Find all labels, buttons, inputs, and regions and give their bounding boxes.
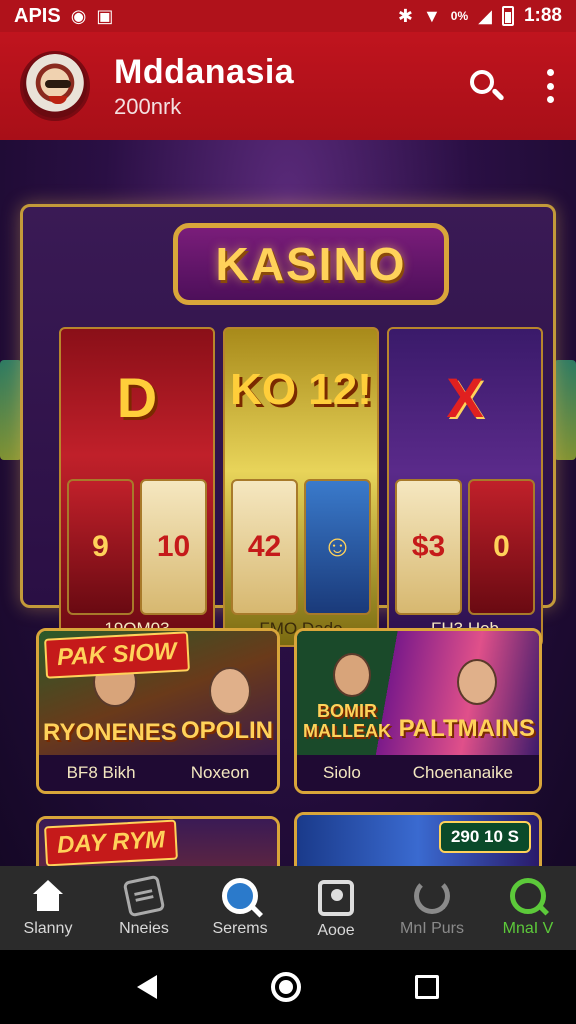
nav-label: Serems	[212, 920, 268, 937]
reel-symbol: KO 12!	[230, 365, 372, 414]
app-header: Mddanasia 200nrk	[0, 32, 576, 140]
game-card[interactable]: BOMIR MALLEAK PALTMAINS Siolo Choenanaik…	[294, 628, 542, 794]
bottom-nav: Slanny Nneies Serems Aooe MnI Purs MnaI …	[0, 866, 576, 950]
nav-item-search[interactable]: Serems	[192, 866, 288, 950]
app-title: Mddanasia	[114, 52, 295, 91]
card-caption-left: Siolo	[322, 763, 361, 782]
card-title: RYONENES	[43, 719, 177, 746]
card-caption-right: Noxeon	[190, 763, 250, 782]
more-vert-icon	[546, 69, 554, 76]
status-bar: APIS ◉ ▣ ✱ ▼ 0% ◢ 1:88	[0, 0, 576, 32]
search-icon	[510, 878, 546, 914]
side-decoration-left	[0, 360, 22, 460]
card-tag: DAY RYM	[44, 819, 178, 866]
nav-label: Nneies	[119, 920, 169, 937]
status-app-text: APIS	[14, 4, 61, 27]
home-icon	[30, 878, 66, 914]
refresh-icon	[414, 878, 450, 914]
header-text: Mddanasia 200nrk	[114, 53, 294, 120]
nav-item-active-search[interactable]: MnaI V	[480, 866, 576, 950]
reel-tile: ☺	[304, 479, 371, 615]
more-options-button[interactable]	[544, 69, 556, 103]
card-title: BOMIR MALLEAK	[303, 701, 391, 741]
nav-label: MnaI V	[502, 920, 554, 937]
camera-icon	[318, 880, 354, 916]
back-icon[interactable]	[137, 975, 157, 999]
reel-tile: 9	[67, 479, 134, 615]
banner-title: KASINO	[173, 223, 449, 305]
reel-tile: 0	[468, 479, 535, 615]
home-circle-icon[interactable]	[271, 972, 301, 1002]
nav-item-camera[interactable]: Aooe	[288, 866, 384, 950]
reel-symbol: D	[116, 366, 158, 429]
clock: 1:88	[523, 5, 562, 26]
nav-item-refresh[interactable]: MnI Purs	[384, 866, 480, 950]
card-title-secondary: OPOLIN	[180, 717, 273, 744]
search-icon	[222, 878, 258, 914]
card-title-secondary: PALTMAINS	[398, 715, 535, 742]
reel-column-1[interactable]: D 9 10 19OM03	[59, 327, 215, 647]
game-icon	[122, 874, 166, 918]
nav-item-home[interactable]: Slanny	[0, 866, 96, 950]
casino-main: KASINO D 9 10 19OM03 KO 12! 42 ☺ FMO Dad…	[0, 140, 576, 866]
card-tag: PAK SIOW	[44, 631, 190, 679]
nav-label: MnI Purs	[399, 920, 464, 937]
avatar[interactable]	[20, 51, 90, 121]
card-caption-right: Choenanaike	[412, 763, 513, 782]
system-nav-bar	[0, 950, 576, 1024]
image-notification-icon: ▣	[96, 6, 114, 26]
card-caption-left: BF8 Bikh	[66, 763, 136, 782]
search-button[interactable]	[466, 66, 506, 106]
reel-column-2[interactable]: KO 12! 42 ☺ FMO Dado	[223, 327, 379, 647]
game-card[interactable]: PAK SIOW RYONENES OPOLIN BF8 Bikh Noxeon	[36, 628, 280, 794]
nav-label: Slanny	[23, 920, 73, 937]
notification-icon: ◉	[70, 6, 87, 26]
data-text: 0%	[450, 9, 469, 23]
card-price-badge: 290 10 S	[438, 821, 531, 853]
wifi-icon: ▼	[422, 6, 441, 26]
reel-column-3[interactable]: X $3 0 FH3 Hob	[387, 327, 543, 647]
bluetooth-icon: ✱	[397, 6, 413, 26]
search-icon	[470, 70, 494, 94]
recents-icon[interactable]	[415, 975, 439, 999]
kasino-banner[interactable]: KASINO D 9 10 19OM03 KO 12! 42 ☺ FMO Dad…	[20, 204, 556, 647]
game-card[interactable]: DAY RYM	[36, 816, 280, 866]
game-card[interactable]: 290 10 S	[294, 812, 542, 866]
nav-item-games[interactable]: Nneies	[96, 866, 192, 950]
battery-icon	[501, 6, 514, 26]
side-decoration-right	[554, 360, 576, 460]
reel-tile: 10	[140, 479, 207, 615]
reel-tile: $3	[395, 479, 462, 615]
app-subtitle: 200nrk	[114, 93, 182, 119]
signal-icon: ◢	[478, 6, 492, 26]
reel-tile: 42	[231, 479, 298, 615]
nav-label: Aooe	[317, 922, 355, 939]
slot-reels: D 9 10 19OM03 KO 12! 42 ☺ FMO Dado X $3	[59, 327, 543, 647]
reel-symbol: X	[446, 366, 484, 429]
